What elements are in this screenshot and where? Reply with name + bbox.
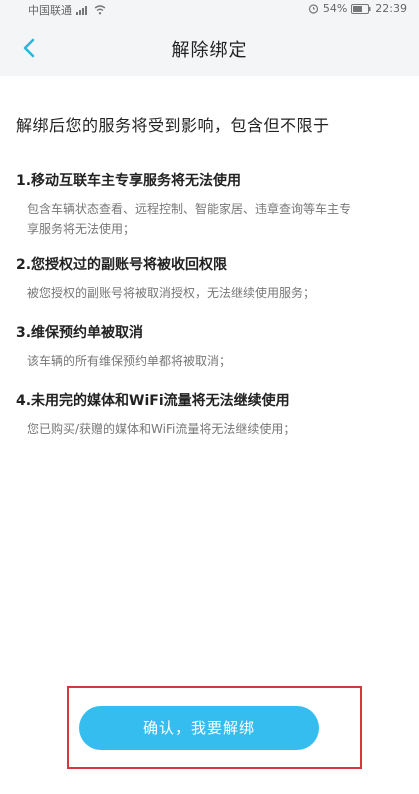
section-title: 2.您授权过的副账号将被收回权限 [16, 257, 228, 273]
section-3: 3.维保预约单被取消 该车辆的所有维保预约单都将被取消； [16, 322, 361, 371]
section-desc: 您已购买/获赠的媒体和WiFi流量将无法继续使用； [27, 422, 296, 436]
section-title: 4.未用完的媒体和WiFi流量将无法继续使用 [16, 393, 290, 409]
wifi-icon [94, 5, 106, 15]
battery-percent: 54% [322, 2, 348, 15]
section-desc: 该车辆的所有维保预约单都将被取消； [27, 354, 232, 368]
section-1: 1.移动互联车主专享服务将无法使用 包含车辆状态查看、远程控制、智能家居、违章查… [16, 170, 361, 239]
status-right: 54% 22:39 [308, 2, 407, 15]
status-left: 中国联通 [28, 2, 106, 18]
alarm-icon [308, 3, 319, 14]
section-title: 1.移动互联车主专享服务将无法使用 [16, 173, 242, 189]
page-title: 解除绑定 [171, 40, 248, 61]
section-desc: 被您授权的副账号将被取消授权，无法继续使用服务； [27, 286, 316, 300]
confirm-unbind-button[interactable]: 确认，我要解绑 [79, 706, 319, 750]
status-bar: 中国联通 54% 22:39 [0, 0, 419, 20]
section-2: 2.您授权过的副账号将被收回权限 被您授权的副账号将被取消授权，无法继续使用服务… [16, 254, 361, 303]
signal-icon [76, 5, 90, 15]
intro-text: 解绑后您的服务将受到影响，包含但不限于 [16, 116, 330, 135]
nav-bar: 解除绑定 [0, 20, 419, 76]
battery-icon [351, 3, 371, 14]
status-time: 22:39 [375, 2, 407, 15]
section-desc: 包含车辆状态查看、远程控制、智能家居、违章查询等车主专享服务将无法使用； [27, 202, 352, 236]
carrier-label: 中国联通 [28, 4, 72, 17]
section-title: 3.维保预约单被取消 [16, 325, 144, 341]
section-4: 4.未用完的媒体和WiFi流量将无法继续使用 您已购买/获赠的媒体和WiFi流量… [16, 390, 361, 439]
